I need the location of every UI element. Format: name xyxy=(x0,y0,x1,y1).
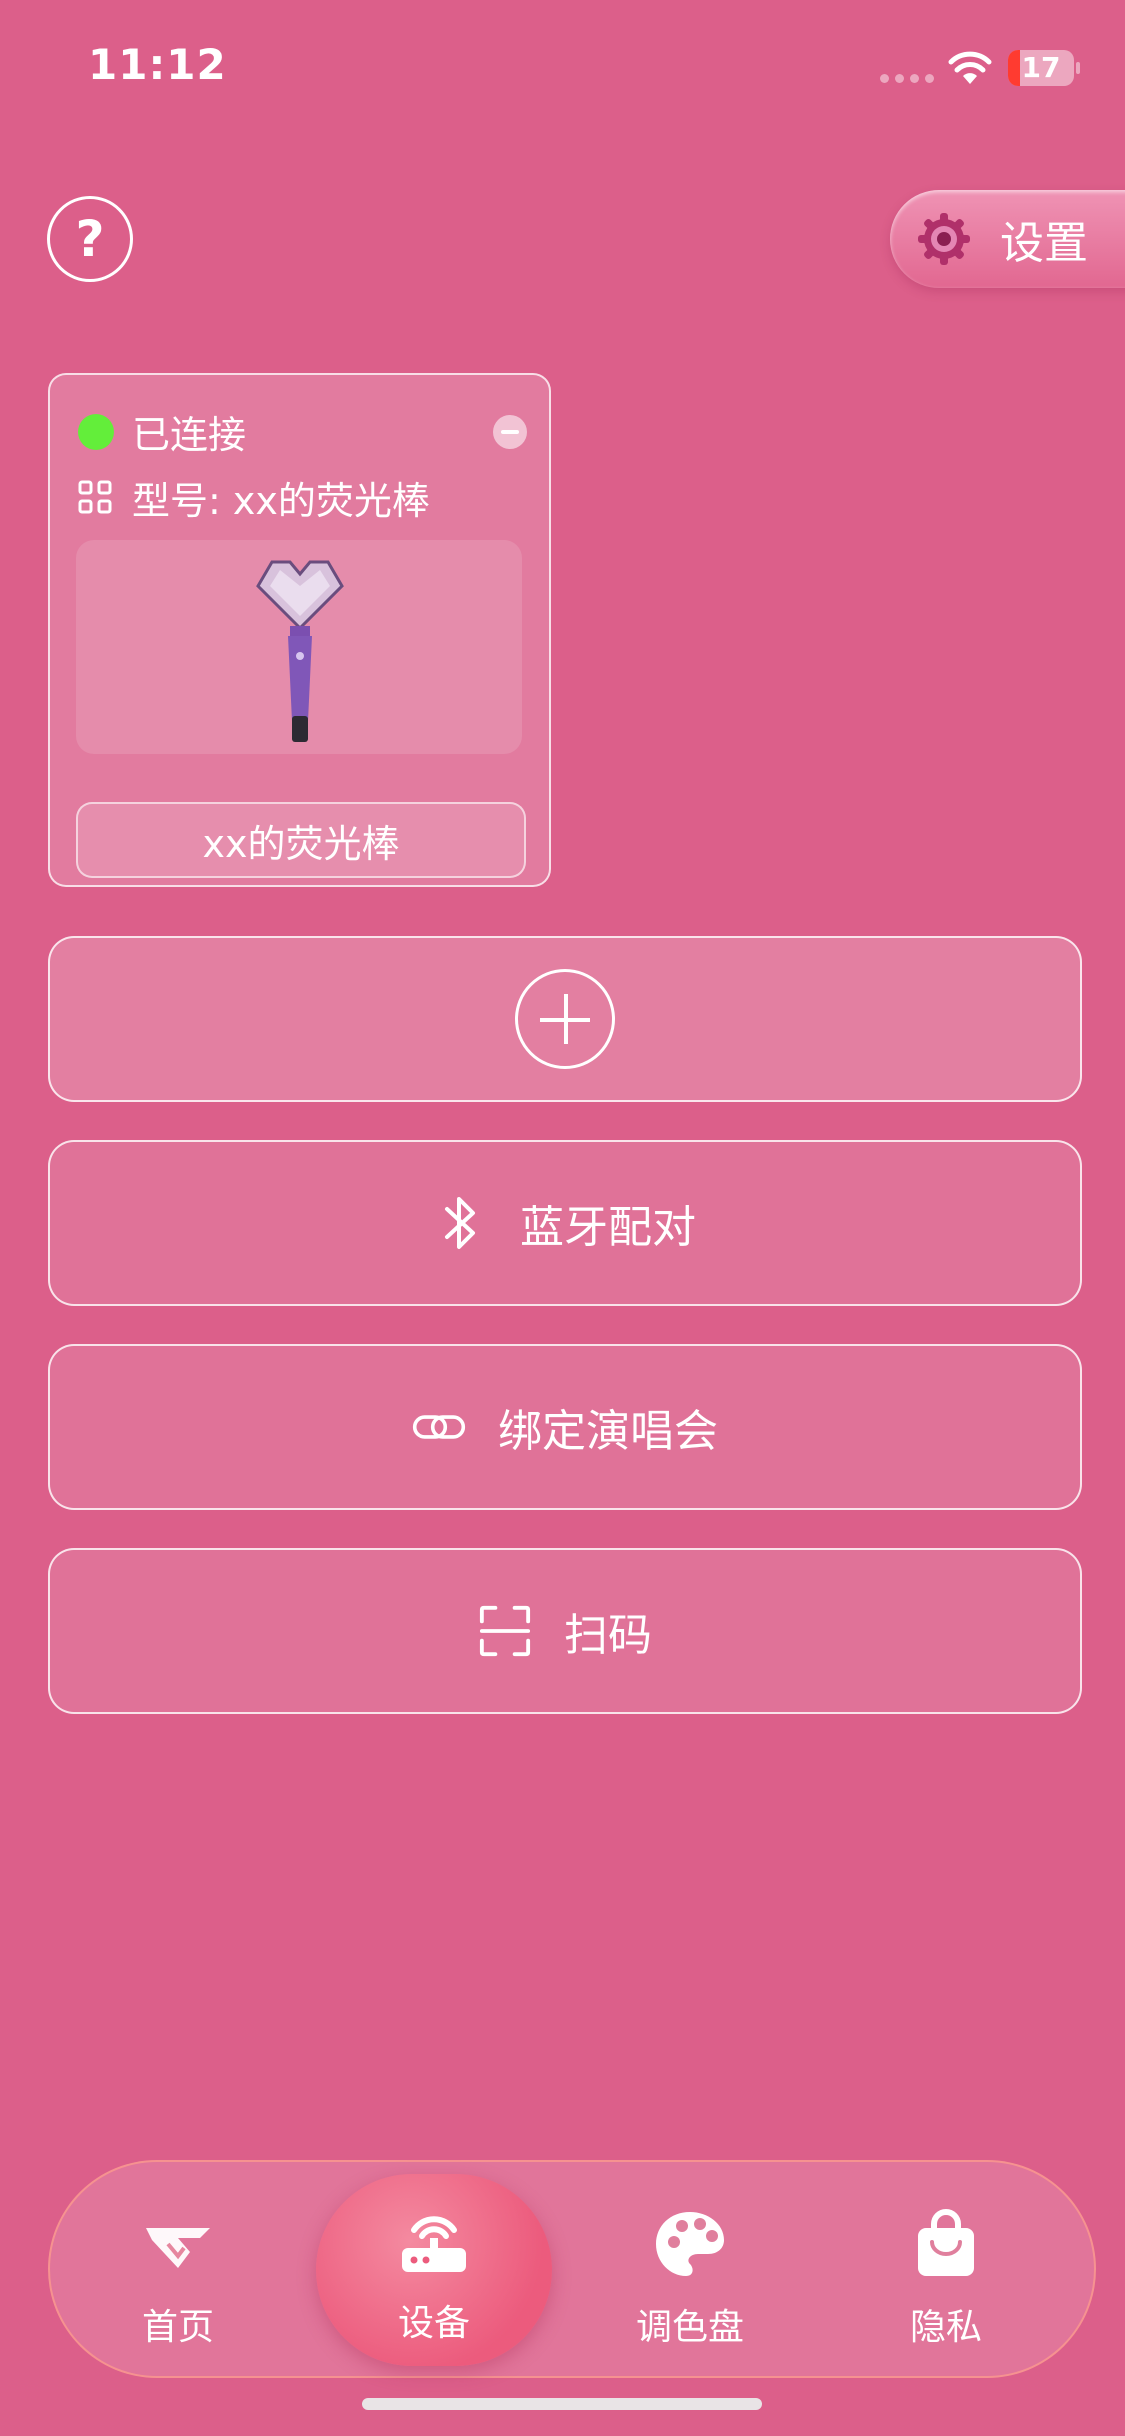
tab-palette[interactable]: 调色盘 xyxy=(600,2190,780,2360)
bind-concert-button[interactable]: 绑定演唱会 xyxy=(48,1344,1082,1510)
link-icon xyxy=(412,1415,466,1439)
tab-privacy[interactable]: 隐私 xyxy=(856,2190,1036,2360)
wifi-icon xyxy=(948,51,992,84)
logo-icon xyxy=(146,2228,210,2268)
plus-circle-icon xyxy=(515,969,615,1069)
settings-label: 设置 xyxy=(1000,218,1088,269)
router-icon xyxy=(402,2216,466,2272)
battery-tip xyxy=(1076,62,1080,74)
palette-icon xyxy=(656,2212,724,2276)
grid-icon xyxy=(78,480,112,514)
scan-label: 扫码 xyxy=(564,1610,652,1661)
tab-device-label: 设备 xyxy=(397,2303,470,2344)
bluetooth-icon xyxy=(445,1197,475,1249)
device-name-button[interactable]: xx的荧光棒 xyxy=(76,802,526,878)
home-indicator xyxy=(362,2398,762,2410)
remove-device-button[interactable] xyxy=(493,415,527,449)
tab-home-label: 首页 xyxy=(141,2307,214,2348)
help-button[interactable]: ? xyxy=(47,196,133,282)
settings-button[interactable]: 设置 xyxy=(890,190,1125,288)
battery-icon: 17 xyxy=(1008,50,1074,86)
bluetooth-pair-button[interactable]: 蓝牙配对 xyxy=(48,1140,1082,1306)
bag-icon xyxy=(918,2209,974,2276)
status-time: 11:12 xyxy=(88,40,227,89)
device-model: 型号: xx的荧光棒 xyxy=(132,479,430,523)
battery-level: 17 xyxy=(1021,51,1061,84)
add-device-button[interactable] xyxy=(48,936,1082,1102)
question-icon: ? xyxy=(75,210,105,268)
connection-status: 已连接 xyxy=(132,413,247,457)
cellular-signal-icon xyxy=(880,74,934,83)
bluetooth-pair-label: 蓝牙配对 xyxy=(520,1202,696,1253)
bind-concert-label: 绑定演唱会 xyxy=(498,1406,718,1457)
scan-button[interactable]: 扫码 xyxy=(48,1548,1082,1714)
scan-icon xyxy=(479,1605,531,1657)
tab-privacy-label: 隐私 xyxy=(909,2307,982,2348)
lightstick-image xyxy=(256,560,344,742)
tab-device[interactable]: 设备 xyxy=(316,2174,552,2366)
connection-status-dot xyxy=(78,414,114,450)
gear-icon xyxy=(918,213,970,265)
tab-palette-label: 调色盘 xyxy=(635,2307,744,2348)
tab-home[interactable]: 首页 xyxy=(88,2190,268,2360)
